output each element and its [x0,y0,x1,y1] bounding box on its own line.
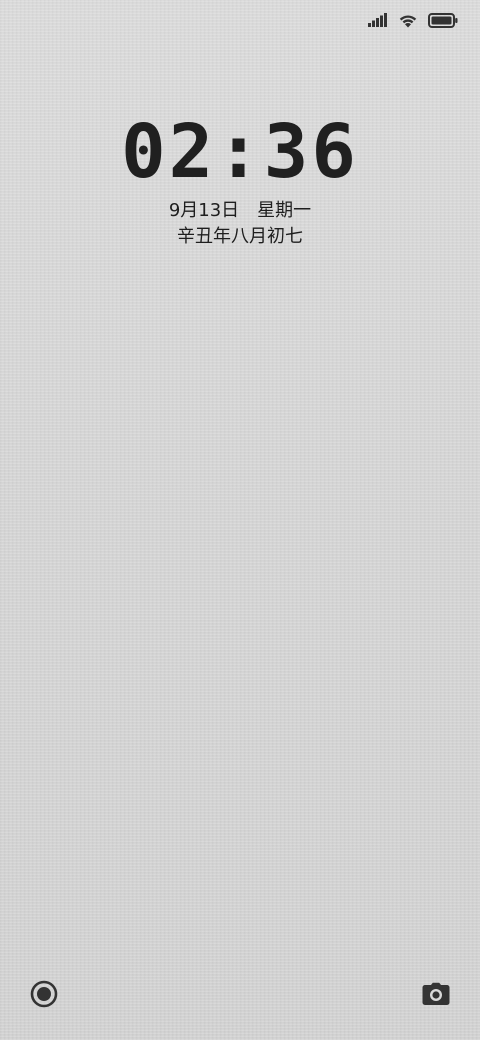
date-line: 9月13日 星期一 [0,198,480,224]
date-text: 9月13日 [168,200,240,221]
signal-bars-icon [368,13,388,27]
wifi-icon [398,13,418,28]
camera-shortcut-button[interactable] [420,980,452,1012]
lunar-date-text: 辛丑年八月初七 [177,226,303,247]
assistant-ring-icon [30,980,58,1012]
weekday-text: 星期一 [257,200,312,221]
clock-time: 02:36 [121,109,359,195]
camera-icon [422,982,450,1010]
battery-full-icon [428,12,458,28]
status-bar [368,10,458,30]
lock-screen-info: 02:36 9月13日 星期一 辛丑年八月初七 [0,112,480,250]
assistant-shortcut-button[interactable] [28,980,60,1012]
